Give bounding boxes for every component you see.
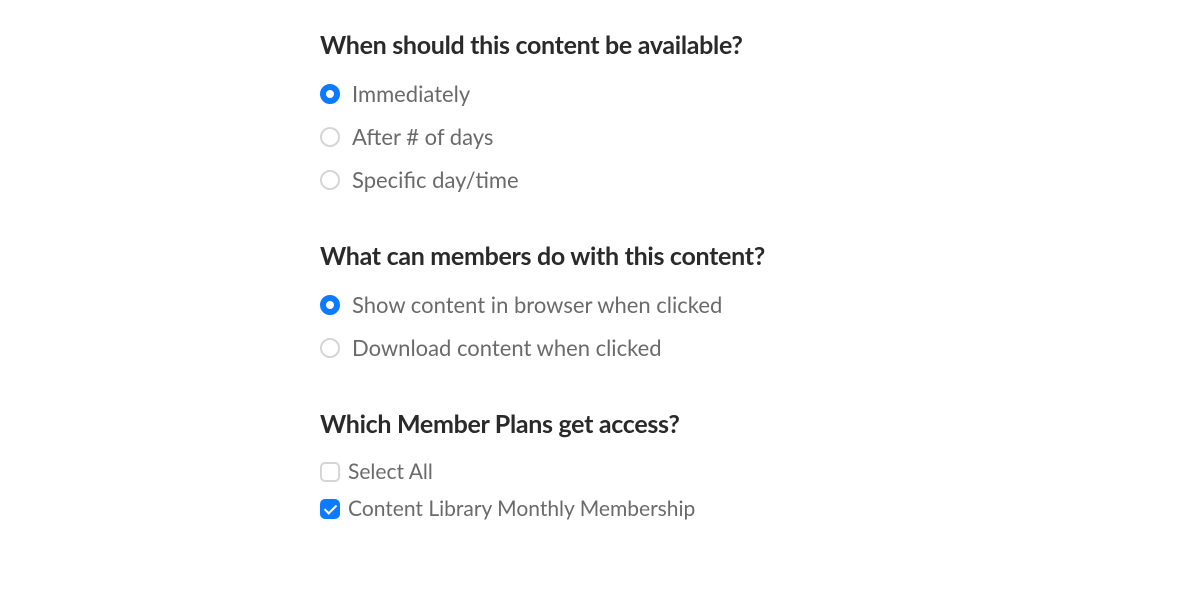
availability-section: When should this content be available? I… xyxy=(320,30,1200,193)
permissions-heading: What can members do with this content? xyxy=(320,241,1200,271)
checkbox-icon xyxy=(320,462,340,482)
plans-option-select-all[interactable]: Select All xyxy=(320,459,1200,484)
availability-option-immediately[interactable]: Immediately xyxy=(320,80,1200,107)
permissions-section: What can members do with this content? S… xyxy=(320,241,1200,361)
option-label: Content Library Monthly Membership xyxy=(348,496,695,521)
availability-heading: When should this content be available? xyxy=(320,30,1200,60)
radio-icon xyxy=(320,84,340,104)
plans-option-monthly-membership[interactable]: Content Library Monthly Membership xyxy=(320,496,1200,521)
radio-icon xyxy=(320,127,340,147)
plans-heading: Which Member Plans get access? xyxy=(320,409,1200,439)
option-label: Show content in browser when clicked xyxy=(352,291,722,318)
option-label: After # of days xyxy=(352,123,493,150)
radio-icon xyxy=(320,170,340,190)
availability-option-after-days[interactable]: After # of days xyxy=(320,123,1200,150)
option-label: Download content when clicked xyxy=(352,334,662,361)
permissions-option-download[interactable]: Download content when clicked xyxy=(320,334,1200,361)
availability-option-specific-time[interactable]: Specific day/time xyxy=(320,166,1200,193)
checkbox-icon xyxy=(320,499,340,519)
radio-icon xyxy=(320,295,340,315)
option-label: Specific day/time xyxy=(352,166,519,193)
option-label: Select All xyxy=(348,459,433,484)
plans-section: Which Member Plans get access? Select Al… xyxy=(320,409,1200,521)
option-label: Immediately xyxy=(352,80,470,107)
permissions-option-show-browser[interactable]: Show content in browser when clicked xyxy=(320,291,1200,318)
radio-icon xyxy=(320,338,340,358)
